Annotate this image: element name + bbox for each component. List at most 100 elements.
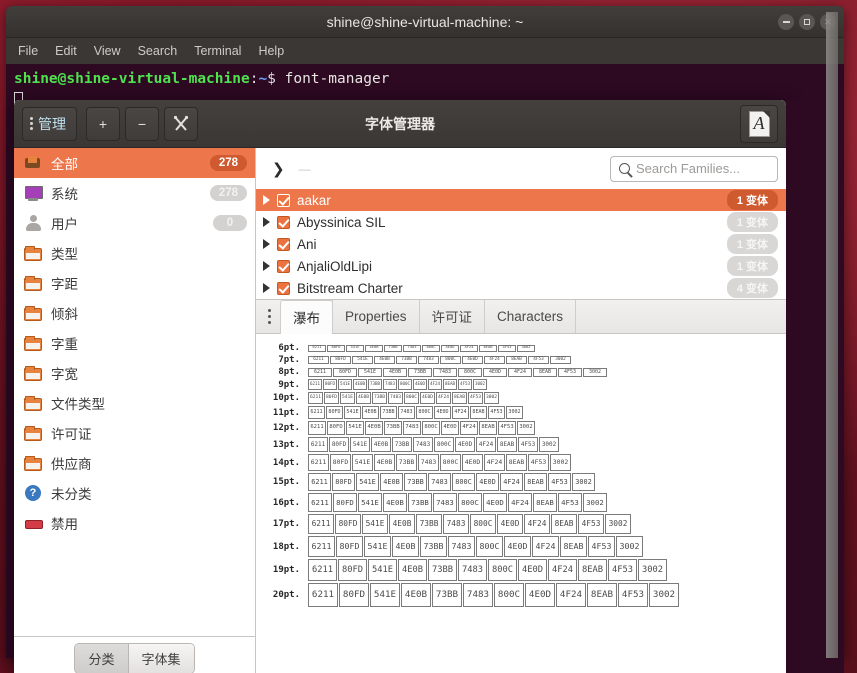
sidebar-item-10[interactable]: 供应商 xyxy=(14,448,255,478)
expand-triangle-icon[interactable] xyxy=(263,239,270,249)
sidebar-item-12[interactable]: 禁用 xyxy=(14,508,255,538)
missing-glyph-box: 4F53 xyxy=(608,559,637,581)
menu-item-help[interactable]: Help xyxy=(258,44,284,58)
missing-glyph-box: 4F24 xyxy=(524,514,550,534)
menu-item-file[interactable]: File xyxy=(18,44,38,58)
sidebar-item-7[interactable]: 字宽 xyxy=(14,358,255,388)
expand-triangle-icon[interactable] xyxy=(263,261,270,271)
waterfall-size-label: 13pt. xyxy=(272,439,300,450)
sidebar-item-1[interactable]: 系统 278 xyxy=(14,178,255,208)
search-input[interactable]: Search Families... xyxy=(636,161,740,176)
missing-glyph-box: 541E xyxy=(344,406,361,419)
waterfall-row: 10pt. 62 11 80 FD 54 1E 4E 0B 73 BB 74 83 80 0C 4E 0D 4F 2… xyxy=(256,391,786,405)
expand-triangle-icon[interactable] xyxy=(263,195,270,205)
missing-glyph-box: 541E xyxy=(352,356,373,364)
missing-glyph-box: 7483 xyxy=(383,379,397,390)
waterfall-size-label: 18pt. xyxy=(272,541,300,552)
tools-icon-button[interactable] xyxy=(164,106,198,141)
waterfall-row: 19pt. 62 11 80 FD 54 1E 4E 0B 73 BB 74 83 80 0C 4E 0D 4F 2… xyxy=(256,558,786,582)
missing-glyph-box: 8EAB xyxy=(524,473,547,491)
waterfall-size-label: 15pt. xyxy=(272,477,300,487)
menu-item-terminal[interactable]: Terminal xyxy=(194,44,241,58)
missing-glyph-box: 4E0D xyxy=(518,559,547,581)
sidebar-item-8[interactable]: 文件类型 xyxy=(14,388,255,418)
sidebar-item-9[interactable]: 许可证 xyxy=(14,418,255,448)
sidebar-item-3[interactable]: 类型 xyxy=(14,238,255,268)
maximize-button[interactable] xyxy=(799,14,815,30)
missing-glyph-box: 80FD xyxy=(338,559,367,581)
sidebar-item-5[interactable]: 倾斜 xyxy=(14,298,255,328)
sidebar-item-0[interactable]: 全部 278 xyxy=(14,148,255,178)
missing-glyph-box: 4F24 xyxy=(548,559,577,581)
missing-glyph-box: 4F53 xyxy=(548,473,571,491)
category-list[interactable]: 全部 278 系统 278 用户 0 类型字距倾斜字重字宽文件类型许可证供应商未分类禁用 xyxy=(14,148,255,636)
menu-item-edit[interactable]: Edit xyxy=(55,44,77,58)
missing-glyph-box: 541E xyxy=(346,344,364,352)
missing-glyph-box: 80FD xyxy=(333,367,357,377)
missing-glyph-box: 8EAB xyxy=(497,437,517,452)
tab-properties[interactable]: Properties xyxy=(332,300,420,333)
sidebar-item-11[interactable]: 未分类 xyxy=(14,478,255,508)
missing-glyph-box: 4F53 xyxy=(458,379,472,390)
font-family-row[interactable]: Ani 1 变体 xyxy=(256,233,786,255)
tab-waterfall[interactable]: 瀑布 xyxy=(280,300,333,334)
sidebar-item-2[interactable]: 用户 0 xyxy=(14,208,255,238)
waterfall-size-label: 11pt. xyxy=(272,407,300,418)
sidebar-item-6[interactable]: 字重 xyxy=(14,328,255,358)
sidebar-item-label: 全部 xyxy=(51,157,78,172)
missing-glyph-box: 4F53 xyxy=(488,406,505,419)
expand-triangle-icon[interactable] xyxy=(263,283,270,293)
prompt-dollar: $ xyxy=(267,71,276,87)
font-family-row[interactable]: Bitstream Charter 4 变体 xyxy=(256,277,786,299)
font-enabled-checkbox[interactable] xyxy=(277,215,290,229)
tab-menu-icon[interactable] xyxy=(260,309,281,333)
folder-icon xyxy=(24,335,42,351)
menu-item-search[interactable]: Search xyxy=(138,44,178,58)
minimize-button[interactable] xyxy=(778,14,794,30)
terminal-scrollbar[interactable] xyxy=(826,12,838,658)
missing-glyph-box: 4E0B xyxy=(374,356,395,364)
missing-glyph-box: 8EAB xyxy=(533,493,557,512)
missing-glyph-box: 541E xyxy=(338,379,352,390)
font-family-row[interactable]: aakar 1 变体 xyxy=(256,189,786,211)
missing-glyph-box: 4F53 xyxy=(528,454,549,471)
sidebar-mode-categories[interactable]: 分类 xyxy=(75,644,128,673)
font-enabled-checkbox[interactable] xyxy=(277,237,290,251)
sidebar-footer: 分类 字体集 xyxy=(14,636,255,673)
expand-triangle-icon[interactable] xyxy=(263,217,270,227)
unknown-icon xyxy=(24,485,42,501)
font-family-row[interactable]: Abyssinica SIL 1 变体 xyxy=(256,211,786,233)
tab-characters[interactable]: Characters xyxy=(484,300,577,333)
missing-glyph-box: 8EAB xyxy=(443,379,457,390)
add-font-button[interactable]: + xyxy=(86,106,120,141)
search-families-box[interactable]: Search Families... xyxy=(610,155,778,182)
missing-glyph-box: 73BB xyxy=(380,406,397,419)
waterfall-glyph-run: 621180FD541E4E0B73BB7483800C4E0D4F248EAB… xyxy=(308,344,535,352)
font-family-row[interactable]: AnjaliOldLipi 1 变体 xyxy=(256,255,786,277)
missing-glyph-box: 8EAB xyxy=(560,536,587,557)
remove-font-button[interactable]: − xyxy=(125,106,159,141)
missing-glyph-box: 4E0B xyxy=(365,421,383,435)
waterfall-row: 8pt. 6211 80FD 541E 4E0B 73BB 7483 800C 4E0D 4F24… xyxy=(256,366,786,378)
missing-glyph-box: 73BB xyxy=(384,344,402,352)
font-manager-body: 全部278系统278用户0类型字距倾斜字重字宽文件类型许可证供应商未分类禁用 分… xyxy=(14,148,786,673)
chevron-right-icon[interactable]: ❯ xyxy=(264,160,291,178)
sidebar-mode-collections[interactable]: 字体集 xyxy=(127,644,194,673)
manage-button[interactable]: 管理 xyxy=(22,106,77,141)
font-family-list[interactable]: aakar 1 变体 Abyssinica SIL 1 变体 Ani 1 变体 Anjali… xyxy=(256,189,786,299)
terminal-command: font-manager xyxy=(284,71,390,87)
font-enabled-checkbox[interactable] xyxy=(277,193,290,207)
missing-glyph-box: 3002 xyxy=(539,437,559,452)
font-family-name: Ani xyxy=(297,236,317,252)
font-enabled-checkbox[interactable] xyxy=(277,259,290,273)
missing-glyph-box: 4F53 xyxy=(498,421,516,435)
tab-license[interactable]: 许可证 xyxy=(418,300,486,333)
missing-glyph-box: 7483 xyxy=(463,583,493,607)
sidebar-item-4[interactable]: 字距 xyxy=(14,268,255,298)
font-preview-button[interactable]: A xyxy=(740,104,778,143)
missing-glyph-box: 4E0B xyxy=(383,493,407,512)
missing-glyph-box: 541E xyxy=(350,437,370,452)
sidebar-mode-toggle[interactable]: 分类 字体集 xyxy=(75,644,194,673)
font-enabled-checkbox[interactable] xyxy=(277,281,290,295)
menu-item-view[interactable]: View xyxy=(94,44,121,58)
